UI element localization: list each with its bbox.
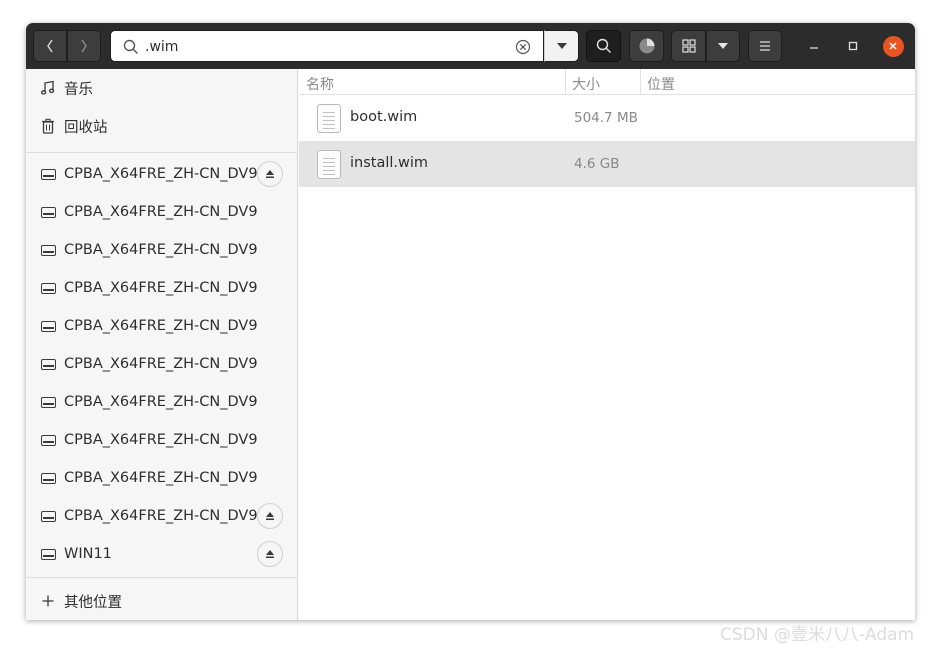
file-name: boot.wim <box>350 109 418 125</box>
sidebar-item-label: 音乐 <box>64 81 93 98</box>
sidebar-device[interactable]: CPBA_X64FRE_ZH-CN_DV9 <box>26 421 297 459</box>
file-row[interactable]: install.wim 4.6 GB <box>299 141 915 187</box>
eject-icon <box>266 512 274 520</box>
file-row[interactable]: boot.wim 504.7 MB <box>299 95 915 141</box>
file-size: 504.7 MB <box>574 110 638 126</box>
device-label: CPBA_X64FRE_ZH-CN_DV9 <box>64 432 258 448</box>
sidebar-item-other-locations[interactable]: 其他位置 <box>26 582 297 620</box>
column-header-row: 名称 大小 位置 <box>299 69 915 95</box>
text-file-icon <box>317 150 341 179</box>
column-divider[interactable] <box>565 69 566 95</box>
close-button[interactable] <box>882 35 904 57</box>
search-input[interactable] <box>145 37 505 57</box>
text-file-icon <box>317 104 341 133</box>
watermark: CSDN @壹米八八-Adam <box>720 625 915 645</box>
trash-icon <box>39 117 57 135</box>
drive-icon <box>39 317 57 335</box>
sidebar-device[interactable]: WIN11 <box>26 535 297 573</box>
view-options-dropdown[interactable] <box>706 30 740 62</box>
sidebar-device[interactable]: CPBA_X64FRE_ZH-CN_DV9 <box>26 193 297 231</box>
sidebar-device[interactable]: CPBA_X64FRE_ZH-CN_DV9 <box>26 269 297 307</box>
maximize-icon <box>848 41 858 51</box>
drive-icon <box>39 355 57 373</box>
operations-progress-button[interactable] <box>629 30 664 62</box>
sidebar-device[interactable]: CPBA_X64FRE_ZH-CN_DV9 <box>26 383 297 421</box>
file-name: install.wim <box>350 155 429 171</box>
sidebar-device[interactable]: CPBA_X64FRE_ZH-CN_DV9 <box>26 155 297 193</box>
chevron-right-icon <box>81 39 87 53</box>
sidebar-separator <box>26 152 297 153</box>
drive-icon <box>39 469 57 487</box>
view-mode-grid-button[interactable] <box>671 30 706 62</box>
device-label: CPBA_X64FRE_ZH-CN_DV9 <box>64 318 258 334</box>
sidebar-device[interactable]: CPBA_X64FRE_ZH-CN_DV9 <box>26 231 297 269</box>
sidebar-device[interactable]: CPBA_X64FRE_ZH-CN_DV9 <box>26 345 297 383</box>
device-label: CPBA_X64FRE_ZH-CN_DV9 <box>64 166 258 182</box>
music-note-icon <box>39 79 57 97</box>
caret-down-icon <box>718 43 728 49</box>
grid-view-icon <box>681 39 696 53</box>
search-toggle-button[interactable] <box>586 30 621 62</box>
search-bar <box>110 30 544 62</box>
header-bar <box>26 23 915 69</box>
file-list-view: 名称 大小 位置 boot.wim 504.7 MB install.wim 4… <box>299 69 915 620</box>
sidebar-item-music[interactable]: 音乐 <box>26 69 297 107</box>
device-label: CPBA_X64FRE_ZH-CN_DV9 <box>64 204 258 220</box>
device-label: CPBA_X64FRE_ZH-CN_DV9 <box>64 280 258 296</box>
back-button[interactable] <box>33 30 67 62</box>
caret-down-icon <box>556 43 567 49</box>
drive-icon <box>39 241 57 259</box>
sidebar: 音乐 回收站 CPBA_X64FRE_ZH-CN_DV9 CPBA_X64FRE… <box>26 69 298 620</box>
sidebar-item-trash[interactable]: 回收站 <box>26 107 297 145</box>
drive-icon <box>39 431 57 449</box>
file-manager-window: 音乐 回收站 CPBA_X64FRE_ZH-CN_DV9 <box>26 23 915 620</box>
column-header-location[interactable]: 位置 <box>647 74 675 94</box>
drive-icon <box>39 507 57 525</box>
hamburger-menu-icon <box>760 41 770 51</box>
sidebar-separator <box>26 577 297 578</box>
file-size: 4.6 GB <box>574 156 620 172</box>
device-label: CPBA_X64FRE_ZH-CN_DV9 <box>64 394 258 410</box>
clear-search-icon[interactable] <box>515 39 531 55</box>
main-menu-button[interactable] <box>748 30 782 62</box>
device-label: CPBA_X64FRE_ZH-CN_DV9 <box>64 508 258 524</box>
close-icon <box>882 35 904 57</box>
progress-pie-icon <box>639 38 654 54</box>
eject-button[interactable] <box>257 503 283 529</box>
search-options-dropdown[interactable] <box>544 30 579 62</box>
minimize-button[interactable] <box>803 35 825 57</box>
drive-icon <box>39 279 57 297</box>
chevron-left-icon <box>47 39 53 53</box>
device-label: WIN11 <box>64 546 112 562</box>
column-header-name[interactable]: 名称 <box>306 74 334 94</box>
search-icon <box>596 38 611 53</box>
drive-icon <box>39 393 57 411</box>
device-label: CPBA_X64FRE_ZH-CN_DV9 <box>64 356 258 372</box>
column-header-size[interactable]: 大小 <box>572 74 600 94</box>
sidebar-device[interactable]: CPBA_X64FRE_ZH-CN_DV9 <box>26 459 297 497</box>
maximize-button[interactable] <box>842 35 864 57</box>
minimize-icon <box>810 47 818 49</box>
eject-icon <box>266 170 274 178</box>
sidebar-device[interactable]: CPBA_X64FRE_ZH-CN_DV9 <box>26 497 297 535</box>
sidebar-device[interactable]: CPBA_X64FRE_ZH-CN_DV9 <box>26 307 297 345</box>
eject-icon <box>266 550 274 558</box>
eject-button[interactable] <box>257 541 283 567</box>
sidebar-item-label: 其他位置 <box>64 594 122 611</box>
forward-button[interactable] <box>67 30 101 62</box>
sidebar-item-label: 回收站 <box>64 119 108 136</box>
plus-icon <box>39 592 57 610</box>
column-divider[interactable] <box>640 69 641 95</box>
device-label: CPBA_X64FRE_ZH-CN_DV9 <box>64 242 258 258</box>
search-icon <box>123 39 138 54</box>
drive-icon <box>39 165 57 183</box>
device-label: CPBA_X64FRE_ZH-CN_DV9 <box>64 470 258 486</box>
drive-icon <box>39 203 57 221</box>
eject-button[interactable] <box>257 161 283 187</box>
drive-icon <box>39 545 57 563</box>
